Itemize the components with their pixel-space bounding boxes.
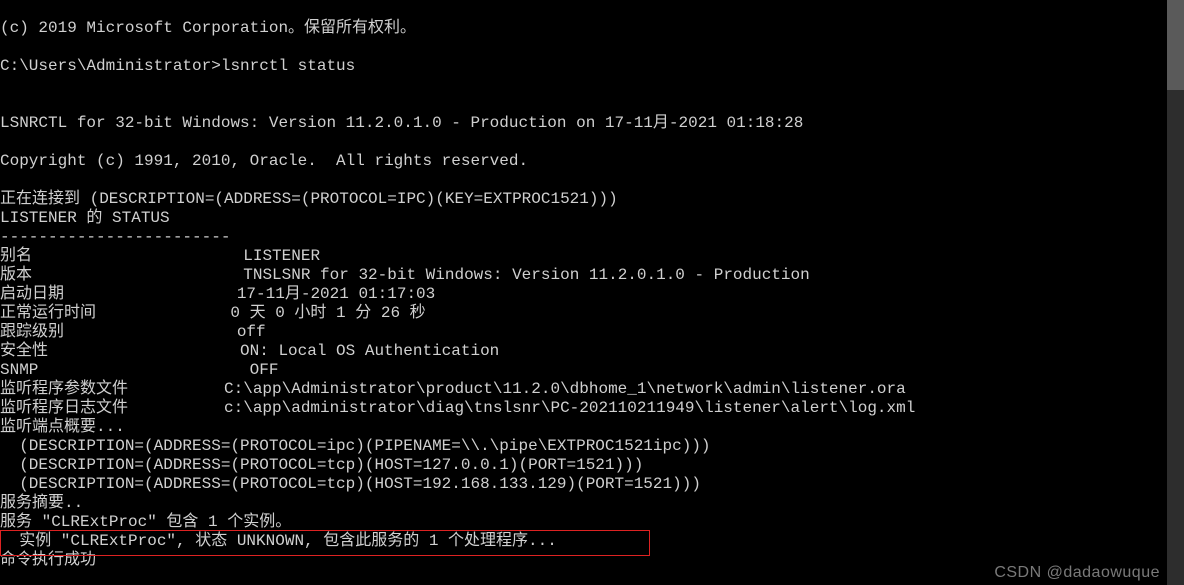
- command-ok: 命令执行成功: [0, 551, 96, 569]
- connecting-line: 正在连接到 (DESCRIPTION=(ADDRESS=(PROTOCOL=IP…: [0, 190, 618, 208]
- endpoint-2: (DESCRIPTION=(ADDRESS=(PROTOCOL=tcp)(HOS…: [0, 456, 643, 474]
- oracle-copyright: Copyright (c) 1991, 2010, Oracle. All ri…: [0, 152, 528, 170]
- row-param-file: 监听程序参数文件 C:\app\Administrator\product\11…: [0, 380, 906, 398]
- scrollbar-thumb[interactable]: [1167, 0, 1184, 90]
- ms-copyright-line: (c) 2019 Microsoft Corporation。保留所有权利。: [0, 19, 416, 37]
- row-uptime: 正常运行时间 0 天 0 小时 1 分 26 秒: [0, 304, 426, 322]
- service-line: 服务 "CLRExtProc" 包含 1 个实例。: [0, 513, 291, 531]
- row-log-file: 监听程序日志文件 c:\app\administrator\diag\tnsls…: [0, 399, 915, 417]
- row-alias: 别名 LISTENER: [0, 247, 320, 265]
- row-trace: 跟踪级别 off: [0, 323, 266, 341]
- instance-line: 实例 "CLRExtProc", 状态 UNKNOWN, 包含此服务的 1 个处…: [0, 532, 557, 550]
- service-summary-header: 服务摘要..: [0, 494, 83, 512]
- endpoints-header: 监听端点概要...: [0, 418, 125, 436]
- terminal-output[interactable]: (c) 2019 Microsoft Corporation。保留所有权利。 C…: [0, 0, 1184, 585]
- row-start-date: 启动日期 17-11月-2021 01:17:03: [0, 285, 435, 303]
- row-version: 版本 TNSLSNR for 32-bit Windows: Version 1…: [0, 266, 810, 284]
- status-header: LISTENER 的 STATUS: [0, 209, 170, 227]
- endpoint-3: (DESCRIPTION=(ADDRESS=(PROTOCOL=tcp)(HOS…: [0, 475, 701, 493]
- prompt-line-1: C:\Users\Administrator>lsnrctl status: [0, 57, 355, 75]
- row-security: 安全性 ON: Local OS Authentication: [0, 342, 499, 360]
- divider-line: ------------------------: [0, 228, 230, 246]
- lsnrctl-header: LSNRCTL for 32-bit Windows: Version 11.2…: [0, 114, 803, 132]
- row-snmp: SNMP OFF: [0, 361, 278, 379]
- endpoint-1: (DESCRIPTION=(ADDRESS=(PROTOCOL=ipc)(PIP…: [0, 437, 711, 455]
- vertical-scrollbar[interactable]: [1167, 0, 1184, 585]
